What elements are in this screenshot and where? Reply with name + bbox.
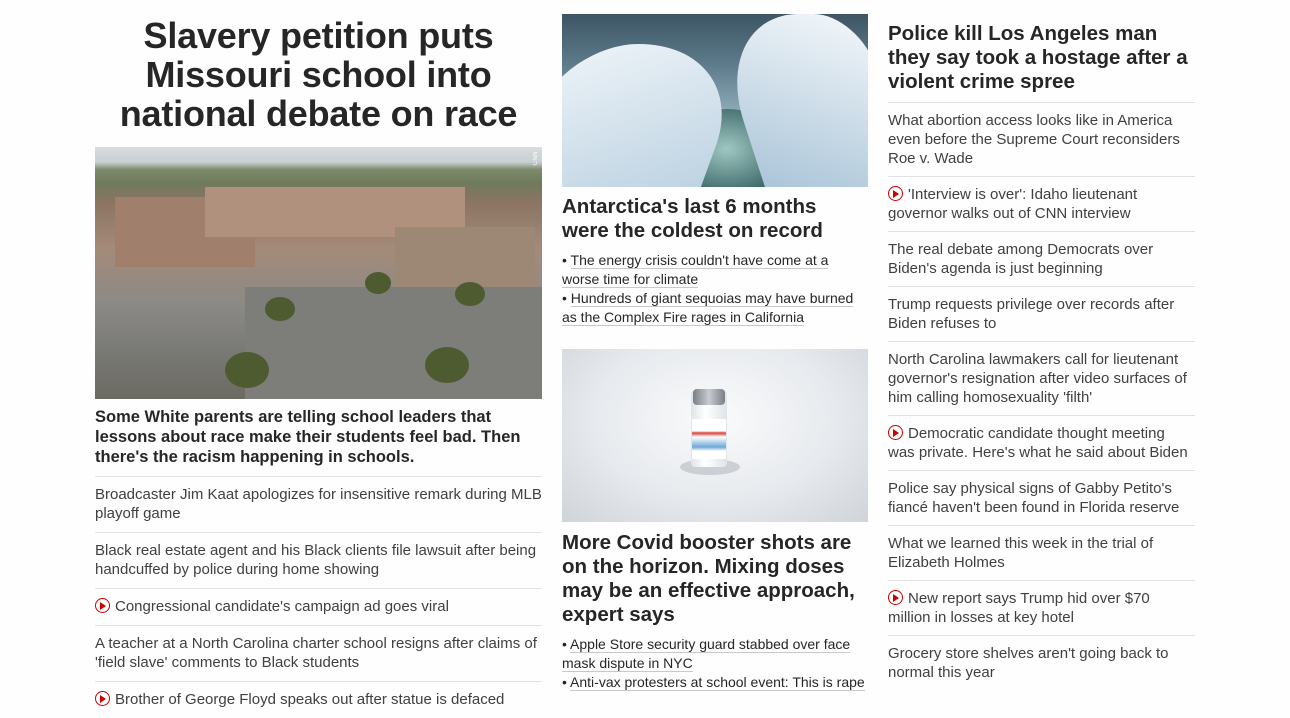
- tree: [225, 352, 269, 388]
- card-headline[interactable]: Antarctica's last 6 months were the cold…: [562, 195, 868, 243]
- vaccine-vial-photo[interactable]: [562, 349, 868, 522]
- list-item[interactable]: A teacher at a North Carolina charter sc…: [95, 626, 542, 682]
- list-item[interactable]: North Carolina lawmakers call for lieute…: [888, 342, 1195, 416]
- related-link[interactable]: • Hundreds of giant sequoias may have bu…: [562, 289, 868, 327]
- list-item[interactable]: Congressional candidate's campaign ad go…: [95, 589, 542, 626]
- related-links: • Apple Store security guard stabbed ove…: [562, 635, 868, 692]
- lead-related-list: Broadcaster Jim Kaat apologizes for inse…: [95, 477, 542, 718]
- tree: [425, 347, 469, 383]
- vial-label: [692, 419, 726, 459]
- play-video-icon: [888, 186, 903, 201]
- list-item[interactable]: Trump requests privilege over records af…: [888, 287, 1195, 342]
- list-item[interactable]: Black real estate agent and his Black cl…: [95, 533, 542, 589]
- lead-column: Slavery petition puts Missouri school in…: [95, 14, 542, 718]
- list-item[interactable]: What abortion access looks like in Ameri…: [888, 103, 1195, 177]
- play-video-icon: [95, 691, 110, 706]
- list-item[interactable]: Brother of George Floyd speaks out after…: [95, 682, 542, 718]
- play-video-icon: [888, 425, 903, 440]
- play-video-icon: [95, 598, 110, 613]
- list-item[interactable]: Grocery store shelves aren't going back …: [888, 636, 1195, 690]
- antarctica-photo[interactable]: [562, 14, 868, 187]
- top-headline[interactable]: Police kill Los Angeles man they say too…: [888, 22, 1195, 103]
- list-item[interactable]: 'Interview is over': Idaho lieutenant go…: [888, 177, 1195, 232]
- tree: [365, 272, 391, 294]
- lead-headline[interactable]: Slavery petition puts Missouri school in…: [95, 14, 542, 133]
- list-item[interactable]: New report says Trump hid over $70 milli…: [888, 581, 1195, 636]
- list-item[interactable]: What we learned this week in the trial o…: [888, 526, 1195, 581]
- tree: [455, 282, 485, 306]
- related-link[interactable]: • Apple Store security guard stabbed ove…: [562, 635, 868, 673]
- related-link[interactable]: • The energy crisis couldn't have come a…: [562, 251, 868, 289]
- headline-list: What abortion access looks like in Ameri…: [888, 103, 1195, 690]
- middle-column: Antarctica's last 6 months were the cold…: [562, 14, 868, 692]
- play-video-icon: [888, 590, 903, 605]
- photo-credit: CNN: [533, 151, 539, 166]
- lead-description[interactable]: Some White parents are telling school le…: [95, 407, 542, 477]
- list-item[interactable]: Police say physical signs of Gabby Petit…: [888, 471, 1195, 526]
- list-item[interactable]: The real debate among Democrats over Bid…: [888, 232, 1195, 287]
- vial-cap: [693, 389, 725, 405]
- tree: [265, 297, 295, 321]
- right-column: Police kill Los Angeles man they say too…: [888, 22, 1195, 690]
- list-item[interactable]: Broadcaster Jim Kaat apologizes for inse…: [95, 477, 542, 533]
- lead-photo[interactable]: CNN: [95, 147, 542, 399]
- card-headline[interactable]: More Covid booster shots are on the hori…: [562, 531, 868, 627]
- list-item[interactable]: Democratic candidate thought meeting was…: [888, 416, 1195, 471]
- related-links: • The energy crisis couldn't have come a…: [562, 251, 868, 327]
- related-link[interactable]: • Anti-vax protesters at school event: T…: [562, 673, 868, 692]
